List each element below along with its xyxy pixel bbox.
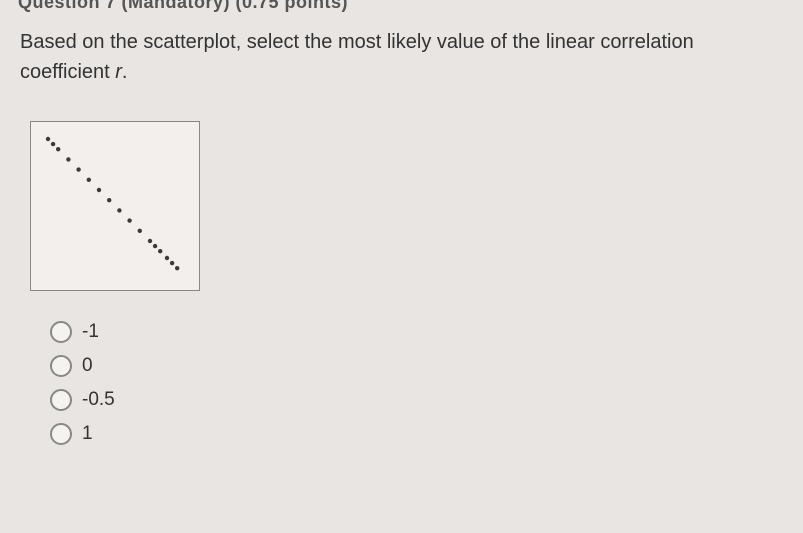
option-label: 0 (82, 355, 93, 377)
answer-options: -1 0 -0.5 1 (50, 321, 803, 445)
option-label: -0.5 (82, 389, 115, 411)
option-minus-0-5[interactable]: -0.5 (50, 389, 803, 411)
radio-icon (50, 321, 72, 343)
question-prompt: Based on the scatterplot, select the mos… (0, 19, 803, 91)
radio-icon (50, 355, 72, 377)
prompt-line-1: Based on the scatterplot, select the mos… (20, 31, 694, 53)
option-1[interactable]: 1 (50, 423, 803, 445)
prompt-var: r (115, 61, 122, 83)
option-label: -1 (82, 321, 99, 343)
scatterplot (30, 121, 200, 291)
option-label: 1 (82, 423, 93, 445)
prompt-period: . (122, 61, 128, 83)
question-header: Question 7 (Mandatory) (0.75 points) (0, 0, 803, 19)
option-0[interactable]: 0 (50, 355, 803, 377)
scatterplot-container (30, 121, 803, 291)
radio-icon (50, 389, 72, 411)
radio-icon (50, 423, 72, 445)
scatterplot-svg (31, 122, 201, 292)
option-minus-1[interactable]: -1 (50, 321, 803, 343)
prompt-line-2a: coefficient (20, 61, 115, 83)
